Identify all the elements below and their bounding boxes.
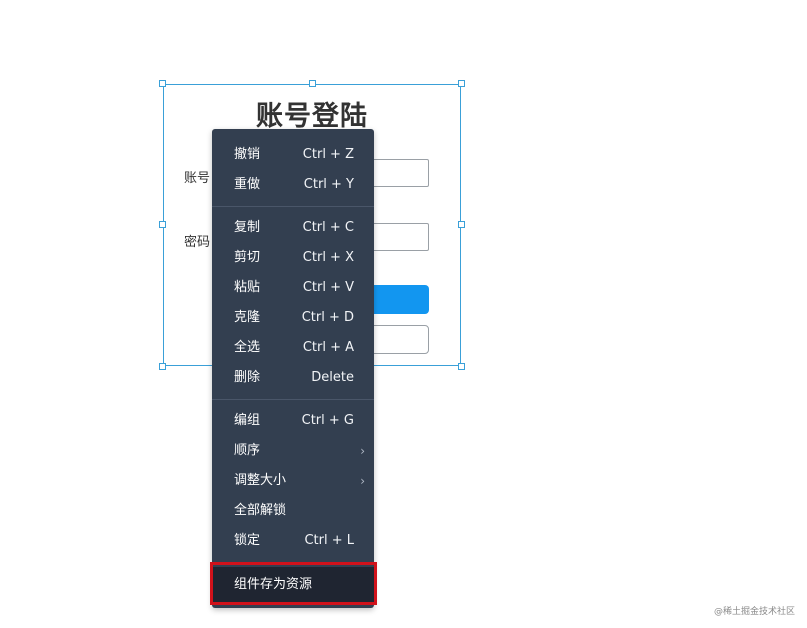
menu-item-shortcut: Ctrl + V bbox=[302, 280, 354, 295]
menu-item-label: 粘贴 bbox=[234, 280, 261, 295]
account-label: 账号 bbox=[184, 171, 211, 186]
menu-item-shortcut: Ctrl + A bbox=[302, 340, 354, 355]
menu-item-shortcut: Ctrl + G bbox=[301, 413, 354, 428]
menu-item-shortcut: Ctrl + C bbox=[302, 220, 354, 235]
menu-item-select-all[interactable]: 全选 Ctrl + A bbox=[212, 333, 374, 363]
resize-handle-top-left[interactable] bbox=[159, 80, 166, 87]
menu-item-redo[interactable]: 重做 Ctrl + Y bbox=[212, 170, 374, 200]
menu-item-lock[interactable]: 锁定 Ctrl + L bbox=[212, 526, 374, 556]
menu-item-shortcut: Ctrl + Z bbox=[302, 147, 354, 162]
resize-handle-top-right[interactable] bbox=[458, 80, 465, 87]
resize-handle-bottom-right[interactable] bbox=[458, 363, 465, 370]
resize-handle-middle-left[interactable] bbox=[159, 221, 166, 228]
login-form-title: 账号登陆 bbox=[256, 101, 368, 132]
menu-item-label: 全选 bbox=[234, 340, 261, 355]
menu-item-group[interactable]: 编组 Ctrl + G bbox=[212, 406, 374, 436]
menu-item-shortcut: Delete bbox=[311, 370, 354, 385]
menu-item-label: 克隆 bbox=[234, 310, 261, 325]
menu-item-label: 顺序 bbox=[234, 443, 261, 458]
resize-handle-top-center[interactable] bbox=[309, 80, 316, 87]
chevron-right-icon: › bbox=[360, 444, 365, 458]
resize-handle-bottom-left[interactable] bbox=[159, 363, 166, 370]
menu-item-cut[interactable]: 剪切 Ctrl + X bbox=[212, 243, 374, 273]
menu-item-label: 复制 bbox=[234, 220, 261, 235]
menu-item-clone[interactable]: 克隆 Ctrl + D bbox=[212, 303, 374, 333]
menu-item-copy[interactable]: 复制 Ctrl + C bbox=[212, 213, 374, 243]
menu-item-shortcut: Ctrl + L bbox=[304, 533, 354, 548]
password-label: 密码 bbox=[184, 235, 211, 250]
menu-item-label: 编组 bbox=[234, 413, 261, 428]
resize-handle-middle-right[interactable] bbox=[458, 221, 465, 228]
menu-item-shortcut: Ctrl + D bbox=[301, 310, 354, 325]
menu-item-label: 全部解锁 bbox=[234, 503, 287, 518]
menu-item-label: 删除 bbox=[234, 370, 261, 385]
menu-item-delete[interactable]: 删除 Delete bbox=[212, 363, 374, 393]
watermark: @稀土掘金技术社区 bbox=[713, 607, 795, 617]
menu-item-label: 重做 bbox=[234, 177, 261, 192]
menu-item-shortcut: Ctrl + X bbox=[302, 250, 354, 265]
menu-item-unlock-all[interactable]: 全部解锁 bbox=[212, 496, 374, 526]
menu-item-paste[interactable]: 粘贴 Ctrl + V bbox=[212, 273, 374, 303]
menu-item-undo[interactable]: 撤销 Ctrl + Z bbox=[212, 140, 374, 170]
highlight-annotation-box bbox=[210, 562, 377, 605]
menu-item-resize[interactable]: 调整大小 › bbox=[212, 466, 374, 496]
menu-item-order[interactable]: 顺序 › bbox=[212, 436, 374, 466]
menu-item-shortcut: Ctrl + Y bbox=[303, 177, 354, 192]
menu-item-label: 撤销 bbox=[234, 147, 261, 162]
chevron-right-icon: › bbox=[360, 474, 365, 488]
menu-item-label: 锁定 bbox=[234, 533, 261, 548]
menu-item-label: 调整大小 bbox=[234, 473, 287, 488]
menu-divider bbox=[212, 399, 374, 400]
menu-item-label: 剪切 bbox=[234, 250, 261, 265]
menu-divider bbox=[212, 206, 374, 207]
context-menu: 撤销 Ctrl + Z 重做 Ctrl + Y 复制 Ctrl + C 剪切 C… bbox=[212, 129, 374, 608]
